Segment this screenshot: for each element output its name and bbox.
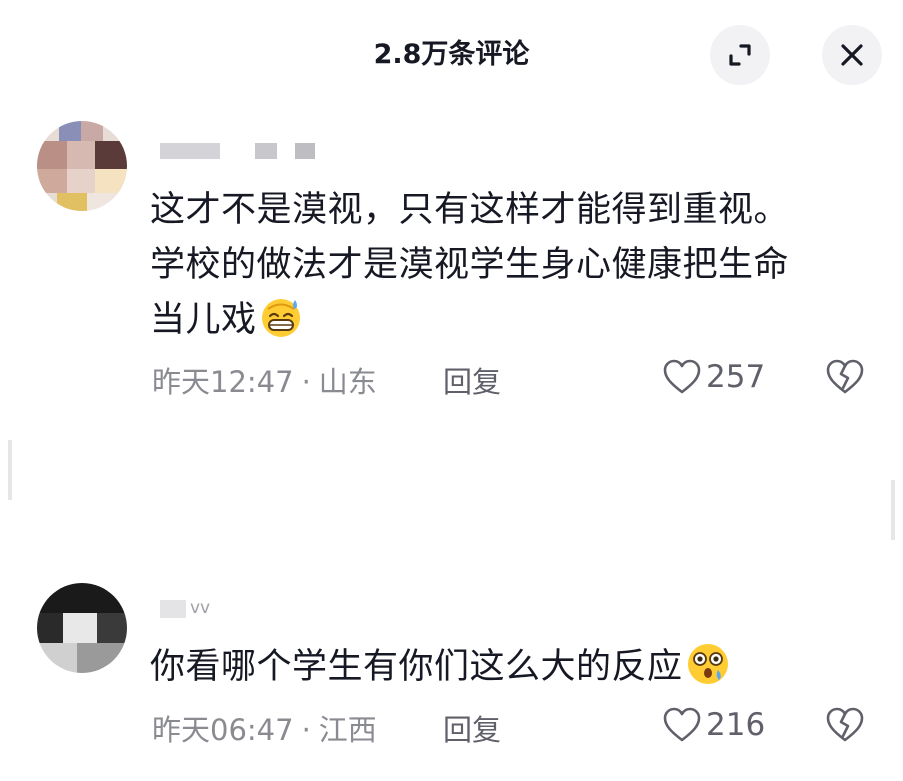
avatar[interactable]	[37, 583, 127, 673]
comment-time: 昨天12:47	[152, 365, 294, 399]
like-button[interactable]: 257	[662, 358, 765, 396]
separator-dot: ·	[301, 365, 311, 399]
comment-location: 山东	[318, 365, 377, 399]
expand-icon	[729, 44, 751, 66]
avatar[interactable]	[37, 121, 127, 211]
username[interactable]: vv	[160, 598, 240, 624]
comment-meta: 昨天12:47 · 山东	[152, 359, 377, 401]
comments-header: 2.8万条评论	[0, 0, 903, 105]
dislike-button[interactable]	[825, 706, 865, 748]
comment-line: 这才不是漠视，只有这样才能得到重视。	[150, 190, 790, 230]
like-button[interactable]: 216	[662, 706, 765, 744]
like-count: 216	[706, 707, 766, 743]
close-icon	[841, 44, 863, 66]
comment-time: 昨天06:47	[152, 713, 294, 747]
reply-button[interactable]: 回复	[443, 707, 501, 749]
broken-heart-icon	[826, 707, 864, 742]
comment-line: 当儿戏	[150, 300, 257, 340]
heart-outline-icon	[663, 707, 701, 742]
edge-artifact	[891, 480, 895, 540]
sweat-grin-emoji-icon	[259, 295, 303, 356]
astonished-emoji-icon	[685, 640, 731, 703]
heart-outline-icon	[663, 359, 701, 394]
comment-text: 这才不是漠视，只有这样才能得到重视。 学校的做法才是漠视学生身心健康把生命 当儿…	[150, 183, 789, 356]
edge-artifact	[8, 440, 12, 500]
comment-meta: 昨天06:47 · 江西	[152, 707, 377, 749]
reply-button[interactable]: 回复	[443, 359, 501, 401]
close-button[interactable]	[822, 25, 882, 85]
comment-text: 你看哪个学生有你们这么大的反应	[150, 640, 731, 703]
separator-dot: ·	[301, 713, 311, 747]
comment-line: 学校的做法才是漠视学生身心健康把生命	[150, 245, 790, 285]
username[interactable]	[160, 139, 330, 165]
broken-heart-icon	[826, 359, 864, 394]
dislike-button[interactable]	[825, 358, 865, 400]
comment-line: 你看哪个学生有你们这么大的反应	[150, 647, 683, 687]
comment-location: 江西	[318, 713, 377, 747]
expand-button[interactable]	[710, 25, 770, 85]
like-count: 257	[706, 359, 766, 395]
